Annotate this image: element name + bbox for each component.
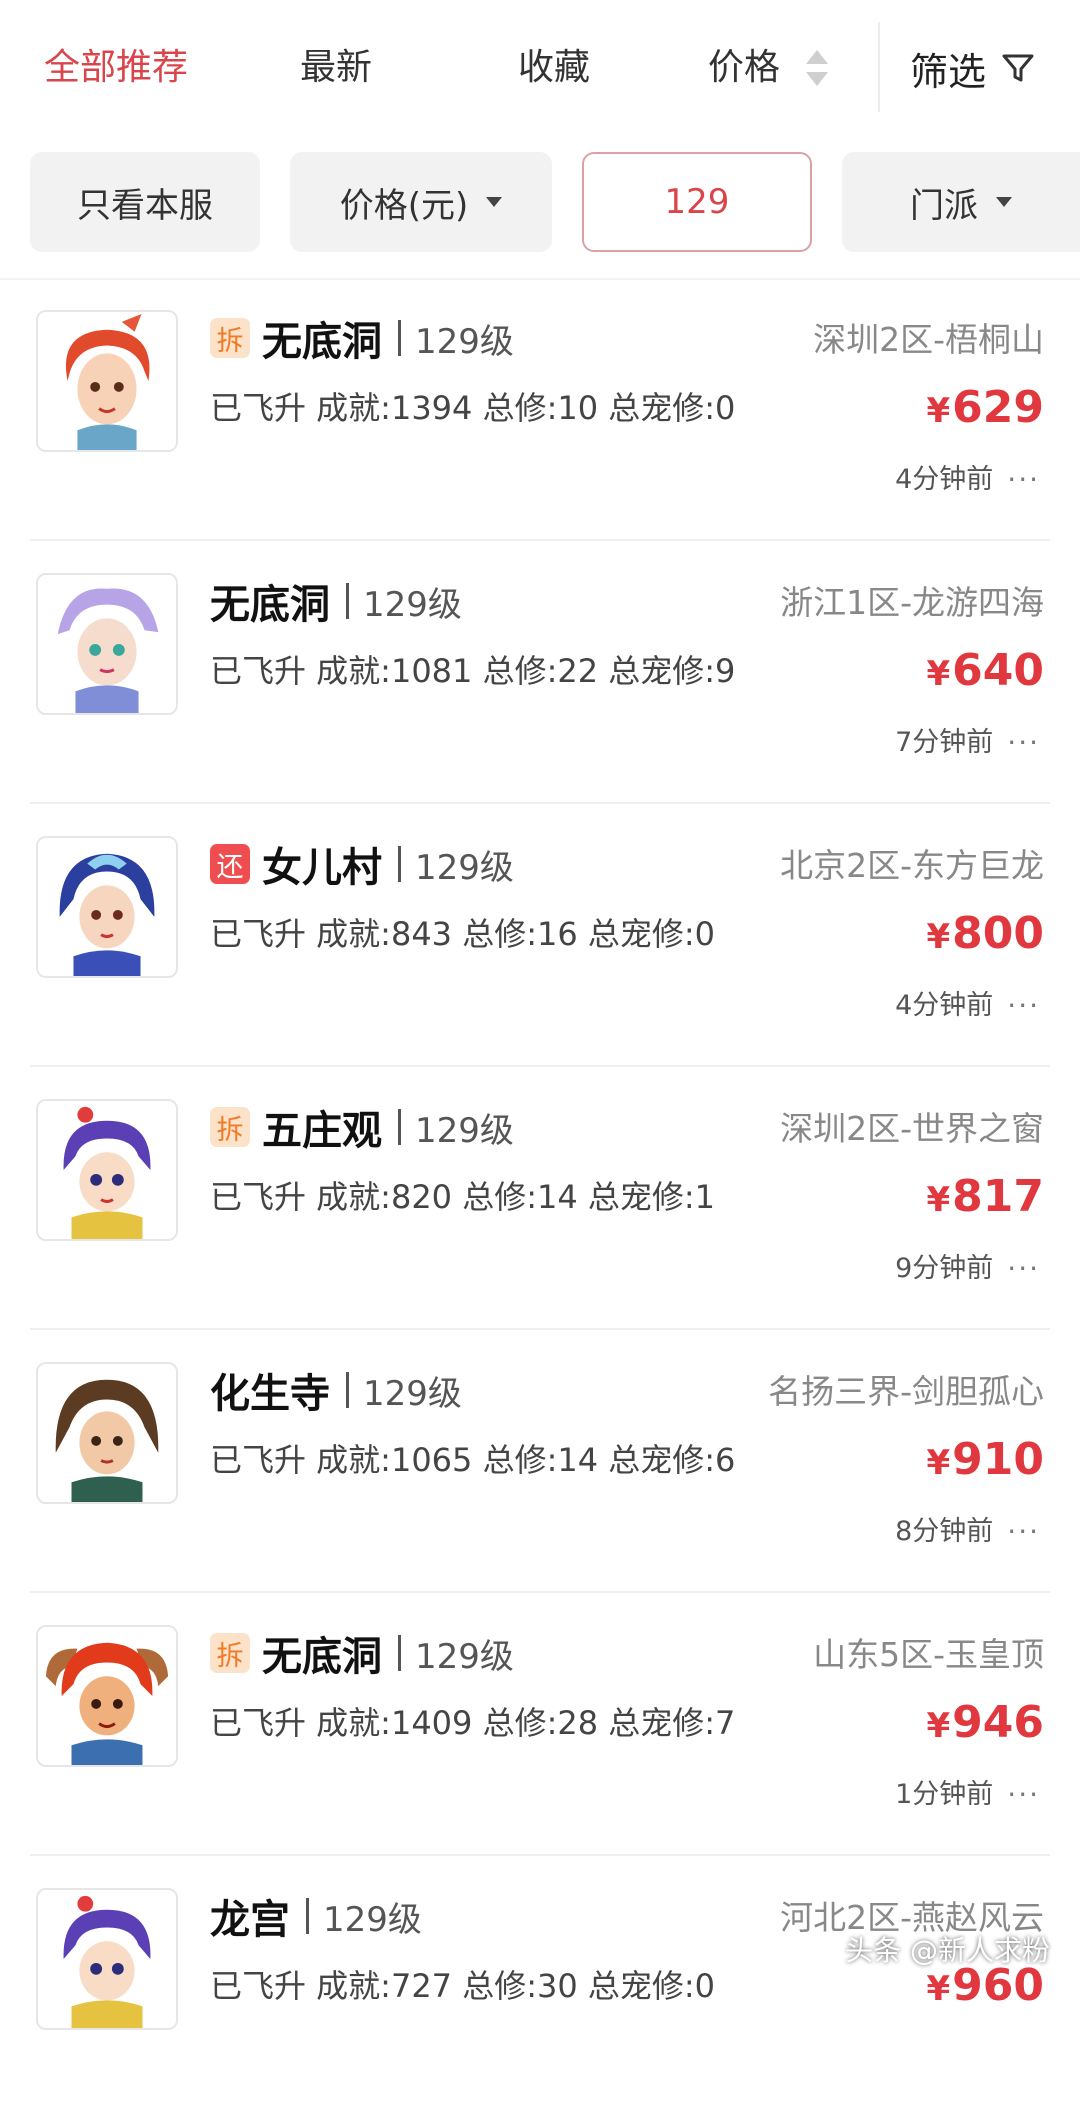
horned-demon-character-icon [36, 1625, 178, 1767]
separator [398, 1109, 401, 1145]
time-ago: 1分钟前 ··· [895, 1775, 1040, 1815]
own-server-label: 只看本服 [77, 185, 213, 226]
list-item[interactable]: 拆 无底洞 129级 深圳2区-梧桐山 已飞升 成就:1394 总修:10 总宠… [30, 278, 1050, 541]
server-name: 深圳2区-世界之窗 [780, 1109, 1044, 1148]
server-name: 北京2区-东方巨龙 [780, 846, 1044, 885]
time-ago: 8分钟前 ··· [895, 1512, 1040, 1552]
list-item[interactable]: 无底洞 129级 浙江1区-龙游四海 已飞升 成就:1081 总修:22 总宠修… [30, 541, 1050, 804]
separator [346, 1372, 349, 1408]
filter-label: 筛选 [910, 49, 987, 94]
stats: 已飞升 成就:1081 总修:22 总宠修:9 [210, 652, 736, 690]
purple-hair-boy-character-icon [36, 1099, 178, 1241]
more-icon[interactable]: ··· [1007, 986, 1040, 1026]
sect-chip[interactable]: 门派 [842, 152, 1080, 252]
level: 129级 [415, 1110, 514, 1151]
stats: 已飞升 成就:820 总修:14 总宠修:1 [210, 1178, 716, 1216]
price: ¥817 [926, 1171, 1044, 1222]
separator [306, 1898, 309, 1934]
school-name: 无底洞 [262, 319, 382, 365]
more-icon[interactable]: ··· [1007, 1512, 1040, 1552]
server-name: 深圳2区-梧桐山 [813, 320, 1044, 359]
school-name: 龙宫 [210, 1897, 290, 1943]
blue-hair-girl-character-icon [36, 836, 178, 978]
level: 129级 [363, 1373, 462, 1414]
split-badge: 拆 [210, 1107, 250, 1147]
purple-hair-boy-character-icon [36, 1888, 178, 2030]
price: ¥640 [926, 645, 1044, 696]
level: 129级 [415, 847, 514, 888]
more-icon[interactable]: ··· [1007, 460, 1040, 500]
watermark: 头条 @新人求粉 [845, 1934, 1050, 1967]
level: 129级 [415, 321, 514, 362]
level: 129级 [363, 584, 462, 625]
stats: 已飞升 成就:1394 总修:10 总宠修:0 [210, 389, 736, 427]
school-name: 五庄观 [262, 1108, 382, 1154]
more-icon[interactable]: ··· [1007, 1249, 1040, 1289]
filter-chip-row: 只看本服 价格(元) 129 门派 [0, 130, 1080, 280]
price: ¥946 [926, 1697, 1044, 1748]
time-ago: 9分钟前 ··· [895, 1249, 1040, 1289]
server-name: 浙江1区-龙游四海 [780, 583, 1044, 622]
return-badge: 还 [210, 844, 250, 884]
time-ago: 4分钟前 ··· [895, 986, 1040, 1026]
price: ¥629 [926, 382, 1044, 433]
lavender-hair-character-icon [36, 573, 178, 715]
caret-down-icon [486, 197, 503, 207]
level: 129级 [323, 1899, 422, 1940]
list-item[interactable]: 拆 五庄观 129级 深圳2区-世界之窗 已飞升 成就:820 总修:14 总宠… [30, 1067, 1050, 1330]
brown-hair-swordsman-character-icon [36, 1362, 178, 1504]
split-badge: 拆 [210, 1633, 250, 1673]
stats: 已飞升 成就:727 总修:30 总宠修:0 [210, 1967, 716, 2005]
server-name: 山东5区-玉皇顶 [813, 1635, 1044, 1674]
stats: 已飞升 成就:1065 总修:14 总宠修:6 [210, 1441, 736, 1479]
divider [878, 22, 880, 112]
time-ago: 4分钟前 ··· [895, 460, 1040, 500]
school-name: 化生寺 [210, 1371, 330, 1417]
separator [398, 320, 401, 356]
funnel-icon [1002, 54, 1034, 82]
tab-all-recommended[interactable]: 全部推荐 [44, 38, 188, 98]
list-item[interactable]: 化生寺 129级 名扬三界-剑胆孤心 已飞升 成就:1065 总修:14 总宠修… [30, 1330, 1050, 1593]
level-input[interactable]: 129 [582, 152, 812, 252]
red-hair-character-icon [36, 310, 178, 452]
tab-price[interactable]: 价格 [708, 38, 780, 98]
separator [398, 1635, 401, 1671]
price-chip-label: 价格(元) [339, 185, 469, 226]
school-name: 无底洞 [210, 582, 330, 628]
server-name: 名扬三界-剑胆孤心 [768, 1372, 1044, 1411]
separator [398, 846, 401, 882]
tab-favorites[interactable]: 收藏 [518, 38, 590, 98]
tab-latest[interactable]: 最新 [300, 38, 372, 98]
list-item[interactable]: 拆 无底洞 129级 山东5区-玉皇顶 已飞升 成就:1409 总修:28 总宠… [30, 1593, 1050, 1856]
price: ¥910 [926, 1434, 1044, 1485]
listing-list: 拆 无底洞 129级 深圳2区-梧桐山 已飞升 成就:1394 总修:10 总宠… [30, 278, 1050, 2117]
level: 129级 [415, 1636, 514, 1677]
filter-button[interactable]: 筛选 [910, 38, 1036, 98]
school-name: 女儿村 [262, 845, 382, 891]
list-item[interactable]: 龙宫 129级 河北2区-燕赵风云 已飞升 成就:727 总修:30 总宠修:0… [30, 1856, 1050, 2117]
separator [346, 583, 349, 619]
own-server-chip[interactable]: 只看本服 [30, 152, 260, 252]
level-input-value: 129 [664, 182, 730, 222]
caret-down-icon [996, 197, 1012, 207]
sect-chip-label: 门派 [910, 185, 978, 226]
stats: 已飞升 成就:1409 总修:28 总宠修:7 [210, 1704, 736, 1742]
more-icon[interactable]: ··· [1007, 723, 1040, 763]
sort-updown-icon[interactable] [806, 50, 828, 88]
time-ago: 7分钟前 ··· [895, 723, 1040, 763]
more-icon[interactable]: ··· [1007, 1775, 1040, 1815]
price-chip[interactable]: 价格(元) [290, 152, 552, 252]
split-badge: 拆 [210, 318, 250, 358]
list-item[interactable]: 还 女儿村 129级 北京2区-东方巨龙 已飞升 成就:843 总修:16 总宠… [30, 804, 1050, 1067]
stats: 已飞升 成就:843 总修:16 总宠修:0 [210, 915, 716, 953]
school-name: 无底洞 [262, 1634, 382, 1680]
sort-bar: 全部推荐 最新 收藏 价格 筛选 [0, 0, 1080, 132]
price: ¥800 [926, 908, 1044, 959]
